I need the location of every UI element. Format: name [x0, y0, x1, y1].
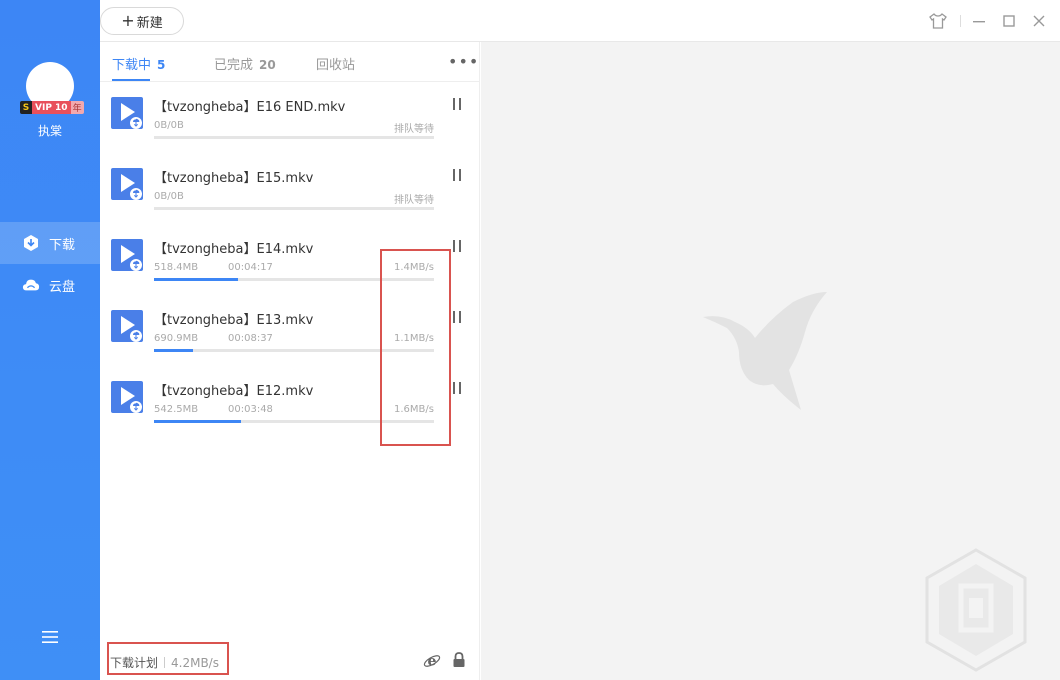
speed-highlight-box — [380, 249, 451, 446]
pause-icon[interactable] — [452, 311, 462, 323]
maximize-icon[interactable] — [999, 11, 1019, 31]
menu-icon[interactable] — [40, 628, 60, 646]
task-progress-fill — [154, 349, 194, 352]
download-icon — [22, 234, 40, 252]
vip-level: VIP 10 — [32, 101, 71, 114]
task-name: 【tvzongheba】E16 END.mkv — [154, 100, 346, 115]
top-toolbar: + 新建 — [100, 0, 1060, 42]
pause-icon[interactable] — [452, 382, 462, 394]
task-progress-fill — [154, 420, 241, 423]
new-task-button[interactable]: + 新建 — [100, 7, 184, 35]
task-size: 0B/0B — [154, 191, 184, 202]
plus-icon: + — [121, 11, 135, 30]
tab-count: 20 — [259, 58, 276, 72]
sidebar-item-label: 云盘 — [49, 279, 76, 295]
username[interactable]: 执棠 — [0, 122, 100, 139]
detail-panel — [481, 42, 1060, 680]
plan-highlight-box — [107, 642, 229, 675]
pause-icon[interactable] — [452, 240, 462, 252]
task-name: 【tvzongheba】E13.mkv — [154, 313, 314, 328]
browser-ie-icon[interactable]: e — [423, 652, 441, 670]
video-file-icon — [111, 168, 143, 200]
download-list-panel: 下载中 5 已完成 20 回收站 ••• 【tvzongheba】E16 END.m… — [100, 42, 480, 680]
task-size: 542.5MB — [154, 404, 199, 415]
pause-icon[interactable] — [452, 98, 462, 110]
sidebar: S VIP 10 年 执棠 下载 云盘 — [0, 0, 100, 680]
task-progress-bar — [154, 207, 434, 210]
task-remaining-time: 00:03:48 — [228, 404, 273, 415]
watermark-logo — [921, 546, 1031, 680]
lock-icon[interactable] — [451, 651, 467, 669]
skin-tshirt-icon[interactable] — [928, 11, 948, 31]
task-row[interactable]: 【tvzongheba】E16 END.mkv 0B/0B 排队等待 — [100, 82, 480, 153]
tab-label: 下载中 — [112, 58, 152, 73]
tab-downloading[interactable]: 下载中 5 — [112, 54, 165, 73]
task-name: 【tvzongheba】E12.mkv — [154, 384, 314, 399]
sidebar-item-cloud[interactable]: 云盘 — [0, 264, 100, 306]
vip-s-mark: S — [20, 101, 32, 114]
task-size: 0B/0B — [154, 120, 184, 131]
close-icon[interactable] — [1029, 11, 1049, 31]
vip-badge: S VIP 10 年 — [20, 101, 84, 114]
task-name: 【tvzongheba】E14.mkv — [154, 242, 314, 257]
task-name: 【tvzongheba】E15.mkv — [154, 171, 314, 186]
task-progress-fill — [154, 278, 238, 281]
task-row[interactable]: 【tvzongheba】E15.mkv 0B/0B 排队等待 — [100, 153, 480, 224]
new-task-label: 新建 — [136, 15, 163, 31]
tab-bar: 下载中 5 已完成 20 回收站 ••• — [100, 42, 480, 82]
vip-suffix: 年 — [70, 101, 84, 114]
minimize-icon[interactable] — [969, 11, 989, 31]
cloud-icon — [22, 276, 40, 294]
video-file-icon — [111, 381, 143, 413]
video-file-icon — [111, 239, 143, 271]
video-file-icon — [111, 310, 143, 342]
task-status: 排队等待 — [394, 124, 434, 135]
task-status: 排队等待 — [394, 195, 434, 206]
task-size: 518.4MB — [154, 262, 199, 273]
window-controls-divider — [960, 15, 961, 27]
tab-label: 已完成 — [214, 58, 254, 73]
pause-icon[interactable] — [452, 169, 462, 181]
sidebar-item-download[interactable]: 下载 — [0, 222, 100, 264]
task-remaining-time: 00:08:37 — [228, 333, 273, 344]
sidebar-item-label: 下载 — [49, 237, 76, 253]
task-remaining-time: 00:04:17 — [228, 262, 273, 273]
active-tab-indicator — [112, 79, 150, 81]
tab-label: 回收站 — [316, 58, 356, 73]
task-progress-bar — [154, 136, 434, 139]
video-file-icon — [111, 97, 143, 129]
svg-text:e: e — [428, 654, 437, 670]
tab-completed[interactable]: 已完成 20 — [214, 54, 276, 73]
more-options-icon[interactable]: ••• — [448, 52, 479, 71]
hummingbird-logo — [701, 292, 831, 416]
tab-count: 5 — [157, 58, 166, 72]
tab-recycle-bin[interactable]: 回收站 — [316, 54, 355, 73]
task-size: 690.9MB — [154, 333, 199, 344]
